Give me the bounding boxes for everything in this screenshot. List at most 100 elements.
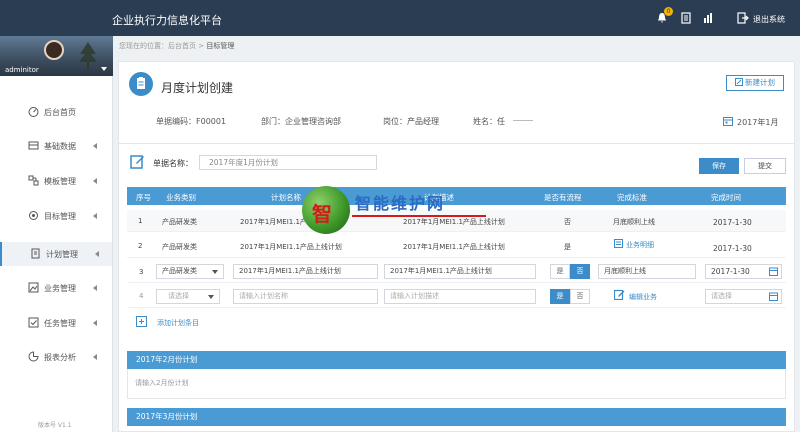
sidebar-item-home[interactable]: 后台首页 [0, 100, 112, 124]
category-select[interactable]: 产品研发类 [156, 264, 224, 279]
image-icon [28, 282, 39, 293]
target-icon [29, 211, 38, 220]
edit-icon [614, 289, 625, 300]
template-icon [28, 175, 39, 186]
cell-name: 2017年1月MEI1.1产品上线计划 [240, 243, 342, 251]
edit-document-icon [130, 155, 144, 169]
plan-date: 2017年1月 [723, 116, 778, 128]
date-value: 2017-1-30 [711, 267, 750, 276]
cell-standard: 月底顺利上线 [613, 218, 655, 226]
top-bar: 企业执行力信息化平台 0 退出系统 [0, 0, 800, 36]
divider [119, 143, 794, 144]
flow-yes-toggle[interactable]: 是 [550, 264, 570, 279]
chevron-left-icon [93, 178, 97, 184]
section-header-feb[interactable]: 2017年2月份计划 [127, 351, 786, 369]
sidebar-item-label: 后台首页 [44, 108, 76, 117]
business-detail-link[interactable]: 业务明细 [626, 240, 654, 250]
cell-category: 产品研发类 [162, 243, 197, 251]
doc-name-input[interactable]: 2017年度1月份计划 [199, 155, 377, 170]
chevron-left-icon [93, 320, 97, 326]
task-icon [28, 317, 39, 328]
cell-name: 2017年1月MEI1.1产品上线计划 [240, 218, 342, 226]
submit-button[interactable]: 提交 [744, 158, 786, 174]
cell-flow: 是 [564, 243, 571, 251]
chevron-left-icon [93, 213, 97, 219]
category-select[interactable]: 请选择 [156, 289, 220, 304]
logout-link[interactable]: 退出系统 [753, 14, 785, 25]
flow-no-toggle[interactable]: 否 [570, 264, 590, 279]
sidebar-item-label: 基础数据 [44, 142, 76, 151]
sidebar-item-reports[interactable]: 报表分析 [0, 345, 112, 369]
cell-no: 2 [138, 242, 143, 250]
plan-name-input[interactable]: 请输入计划名称 [233, 289, 378, 304]
user-profile[interactable]: adminitor [0, 36, 113, 76]
column-header: 序号 [136, 193, 151, 202]
flow-icon [614, 239, 623, 248]
chevron-down-icon [212, 270, 218, 274]
avatar [44, 40, 64, 60]
position: 岗位：产品经理 [383, 117, 439, 126]
table-row: 3 产品研发类 2017年1月MEI1.1产品上线计划 2017年1月MEI1.… [127, 261, 786, 283]
chevron-left-icon [93, 285, 97, 291]
save-button[interactable]: 保存 [699, 158, 739, 174]
edit-business-link[interactable]: 编辑业务 [629, 292, 657, 302]
sidebar-item-label: 目标管理 [44, 212, 76, 221]
department: 部门：企业管理咨询部 [261, 117, 341, 126]
logout-icon[interactable] [737, 12, 749, 24]
date-input[interactable]: 请选择 [705, 289, 782, 304]
list-icon[interactable] [680, 12, 692, 24]
plan-date-value: 2017年1月 [737, 118, 779, 127]
archive-icon [28, 141, 39, 150]
breadcrumb-separator: > [198, 42, 205, 50]
flow-yes-toggle[interactable]: 是 [550, 289, 570, 304]
cell-no: 3 [139, 268, 144, 276]
sidebar-item-label: 任务管理 [44, 319, 76, 328]
sidebar: adminitor 后台首页 基础数据 模板管理 目标管理 计划管理 业务管理 … [0, 36, 113, 432]
bar-chart-icon[interactable] [702, 12, 714, 24]
sidebar-item-basic-data[interactable]: 基础数据 [0, 134, 112, 158]
plan-desc-input[interactable]: 请输入计划描述 [384, 289, 536, 304]
page-title: 月度计划创建 [161, 81, 234, 95]
sidebar-item-business[interactable]: 业务管理 [0, 276, 112, 300]
cell-flow: 否 [564, 218, 571, 226]
chart-icon [28, 351, 39, 362]
date-placeholder: 请选择 [711, 292, 732, 300]
sidebar-item-label: 业务管理 [44, 284, 76, 293]
employee-name: 姓名：任 [473, 117, 505, 126]
breadcrumb-prefix[interactable]: 您现在的位置：后台首页 [119, 42, 196, 50]
sidebar-item-label: 报表分析 [44, 353, 76, 362]
doc-name-label: 单据名称： [153, 159, 193, 168]
new-plan-label: 新建计划 [745, 78, 775, 87]
sidebar-item-tasks[interactable]: 任务管理 [0, 311, 112, 335]
sidebar-item-label: 计划管理 [46, 250, 78, 259]
plan-name-input[interactable]: 2017年1月MEI1.1产品上线计划 [233, 264, 378, 279]
section-header-mar[interactable]: 2017年3月份计划 [127, 408, 786, 426]
sidebar-item-targets[interactable]: 目标管理 [0, 204, 112, 228]
plan-desc-input[interactable]: 2017年1月MEI1.1产品上线计划 [384, 264, 536, 279]
calendar-icon [723, 117, 733, 126]
cell-no: 4 [139, 292, 144, 300]
username: adminitor [5, 66, 39, 74]
section-body-feb[interactable]: 请输入2月份计划 [127, 369, 786, 399]
table-row: 2 产品研发类 2017年1月MEI1.1产品上线计划 2017年1月MEI1.… [127, 236, 786, 258]
plus-icon [136, 316, 147, 327]
flow-no-toggle[interactable]: 否 [570, 289, 590, 304]
chevron-left-icon [95, 251, 99, 257]
edit-icon [735, 78, 743, 86]
column-header: 完成标准 [617, 193, 647, 202]
cell-no: 1 [138, 217, 143, 225]
table-row: 4 请选择 请输入计划名称 请输入计划描述 是 否 编辑业务 请选择 [127, 286, 786, 308]
notification-badge: 0 [664, 7, 673, 16]
document-icon [31, 248, 40, 259]
calendar-icon [769, 267, 778, 276]
clipboard-icon [129, 72, 153, 96]
chevron-down-icon[interactable] [101, 67, 107, 71]
date-input[interactable]: 2017-1-30 [705, 264, 782, 279]
sidebar-item-templates[interactable]: 模板管理 [0, 169, 112, 193]
sidebar-item-plans[interactable]: 计划管理 [0, 242, 112, 266]
table-row: 1 产品研发类 2017年1月MEI1.1产品上线计划 2017年1月MEI1.… [127, 210, 786, 232]
new-plan-button[interactable]: 新建计划 [726, 75, 784, 91]
breadcrumb-current: 目标管理 [206, 42, 235, 50]
standard-input[interactable]: 月底顺利上线 [598, 264, 696, 279]
dashboard-icon [28, 107, 39, 117]
